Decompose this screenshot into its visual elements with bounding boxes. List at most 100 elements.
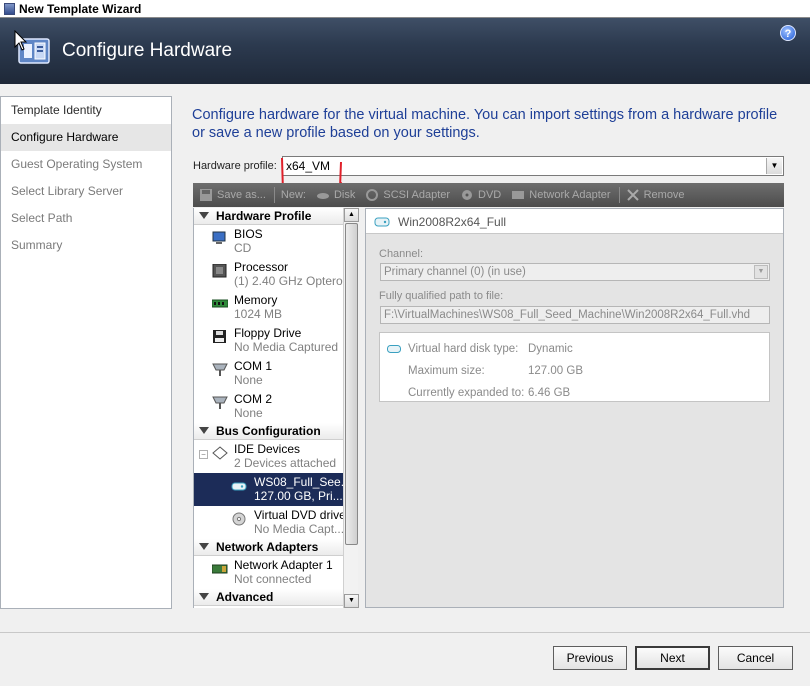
tree-item-network-adapter-1[interactable]: Network Adapter 1 Not connected xyxy=(194,556,343,589)
scroll-down-icon[interactable]: ▼ xyxy=(344,594,359,608)
tree-item-name: Floppy Drive xyxy=(234,326,302,340)
memory-icon xyxy=(212,299,228,308)
tree-item-name: Virtual DVD drive xyxy=(254,508,343,522)
tree-item-virtual-disk[interactable]: WS08_Full_See... 127.00 GB, Pri... xyxy=(194,473,343,506)
tree-item-name: Memory xyxy=(234,293,278,307)
tree-item-virtual-dvd[interactable]: Virtual DVD drive No Media Capt... xyxy=(194,506,343,539)
tree-item-value: None xyxy=(234,406,263,420)
tree-scrollbar[interactable]: ▲ ▼ xyxy=(343,208,359,608)
disk-detail-panel: Win2008R2x64_Full Channel: Primary chann… xyxy=(365,208,784,608)
expanded-size-row: Currently expanded to: 6.46 GB xyxy=(408,387,570,399)
nav-step-summary[interactable]: Summary xyxy=(1,232,171,259)
hard-disk-icon xyxy=(231,482,247,491)
nav-step-select-path[interactable]: Select Path xyxy=(1,205,171,232)
serial-port-icon xyxy=(212,396,228,409)
hardware-tree: Hardware Profile BIOS CD Processor (1) 2… xyxy=(193,208,343,608)
floppy-icon xyxy=(213,330,226,343)
tree-item-processor[interactable]: Processor (1) 2.40 GHz Opteron xyxy=(194,258,343,291)
toolbar-separator xyxy=(273,187,275,203)
section-bus-configuration[interactable]: Bus Configuration xyxy=(194,423,343,440)
scroll-up-icon[interactable]: ▲ xyxy=(344,208,359,222)
tree-item-name: Processor xyxy=(234,260,289,274)
hard-disk-icon xyxy=(374,217,390,227)
tree-item-value: CD xyxy=(234,241,252,255)
section-network-adapters[interactable]: Network Adapters xyxy=(194,539,343,556)
tree-item-bios[interactable]: BIOS CD xyxy=(194,225,343,258)
page-title: Configure Hardware xyxy=(62,40,233,61)
section-advanced[interactable]: Advanced xyxy=(194,589,343,606)
max-size-row: Maximum size: 127.00 GB xyxy=(408,365,583,377)
new-dvd-button[interactable]: DVD xyxy=(456,185,507,205)
detail-title: Win2008R2x64_Full xyxy=(398,215,507,229)
new-disk-button[interactable]: Disk xyxy=(312,185,361,205)
collapse-icon[interactable]: − xyxy=(199,450,208,459)
tree-item-ide-devices[interactable]: − IDE Devices 2 Devices attached xyxy=(194,440,343,473)
window-titlebar: New Template Wizard xyxy=(0,0,810,18)
nav-step-library-server[interactable]: Select Library Server xyxy=(1,178,171,205)
wizard-steps-nav: Template Identity Configure Hardware Gue… xyxy=(0,96,172,609)
remove-button[interactable]: Remove xyxy=(622,185,691,205)
chevron-down-icon[interactable]: ▼ xyxy=(754,265,768,279)
expanded-size-label: Currently expanded to: xyxy=(408,387,525,399)
disk-type-row: Virtual hard disk type: Dynamic xyxy=(408,343,573,355)
help-icon[interactable]: ? xyxy=(780,25,796,41)
scroll-thumb[interactable] xyxy=(345,223,358,545)
tree-item-com1[interactable]: COM 1 None xyxy=(194,357,343,390)
window-title: New Template Wizard xyxy=(19,1,142,16)
nav-step-template-identity[interactable]: Template Identity xyxy=(1,97,171,124)
tree-item-value: 2 Devices attached xyxy=(234,456,337,470)
expanded-size-value: 6.46 GB xyxy=(528,387,571,399)
previous-button[interactable]: Previous xyxy=(553,646,627,670)
tree-item-name: COM 2 xyxy=(234,392,273,406)
channel-label: Channel: xyxy=(379,248,424,260)
intro-text: Configure hardware for the virtual machi… xyxy=(192,107,778,141)
processor-icon xyxy=(212,264,227,278)
detail-header: Win2008R2x64_Full xyxy=(366,209,783,234)
tree-item-name: BIOS xyxy=(234,227,263,241)
tree-item-name: WS08_Full_See... xyxy=(254,475,343,489)
tree-item-value: Not connected xyxy=(234,572,312,586)
tree-item-name: Network Adapter 1 xyxy=(234,558,333,572)
app-icon xyxy=(4,2,15,15)
save-as-label: Save as... xyxy=(217,189,266,201)
next-button[interactable]: Next xyxy=(635,646,710,670)
path-field[interactable]: F:\VirtualMachines\WS08_Full_Seed_Machin… xyxy=(380,306,770,324)
new-label: New: xyxy=(280,189,306,201)
max-size-label: Maximum size: xyxy=(408,365,485,377)
mouse-cursor-icon xyxy=(14,30,28,51)
tree-item-value: (1) 2.40 GHz Opteron xyxy=(234,274,343,288)
network-card-icon xyxy=(212,564,228,574)
max-size-value: 127.00 GB xyxy=(528,365,583,377)
nav-step-configure-hardware[interactable]: Configure Hardware xyxy=(1,124,171,151)
nav-step-guest-os[interactable]: Guest Operating System xyxy=(1,151,171,178)
disk-type-label: Virtual hard disk type: xyxy=(408,343,519,355)
save-as-button[interactable]: Save as... xyxy=(195,185,272,205)
serial-port-icon xyxy=(212,363,228,376)
wizard-header: Configure Hardware ? xyxy=(0,18,810,84)
tree-item-floppy[interactable]: Floppy Drive No Media Captured xyxy=(194,324,343,357)
hardware-profile-select[interactable]: x64_VM ▼ xyxy=(282,156,784,176)
new-disk-label: Disk xyxy=(333,189,356,201)
disk-icon xyxy=(316,193,329,199)
chevron-down-icon[interactable]: ▼ xyxy=(766,158,782,174)
disk-type-value: Dynamic xyxy=(528,343,573,355)
new-network-adapter-button[interactable]: Network Adapter xyxy=(507,185,616,205)
footer-divider xyxy=(0,632,810,633)
tree-item-value: None xyxy=(234,373,263,387)
tree-item-value: 127.00 GB, Pri... xyxy=(254,489,343,503)
tree-item-memory[interactable]: Memory 1024 MB xyxy=(194,291,343,324)
tree-item-com2[interactable]: COM 2 None xyxy=(194,390,343,423)
scsi-adapter-icon xyxy=(366,189,379,201)
cancel-button[interactable]: Cancel xyxy=(718,646,793,670)
new-scsi-label: SCSI Adapter xyxy=(383,189,451,201)
new-scsi-button[interactable]: SCSI Adapter xyxy=(361,185,456,205)
remove-icon xyxy=(626,189,639,201)
tree-item-value: 1024 MB xyxy=(234,307,283,321)
hardware-profile-label: Hardware profile: xyxy=(193,160,277,172)
bios-icon xyxy=(212,231,226,244)
dvd-drive-icon xyxy=(232,512,246,526)
channel-value: Primary channel (0) (in use) xyxy=(384,266,526,278)
section-hardware-profile[interactable]: Hardware Profile xyxy=(194,208,343,225)
new-label-group: New: xyxy=(277,185,312,205)
channel-select[interactable]: Primary channel (0) (in use) ▼ xyxy=(380,263,770,281)
